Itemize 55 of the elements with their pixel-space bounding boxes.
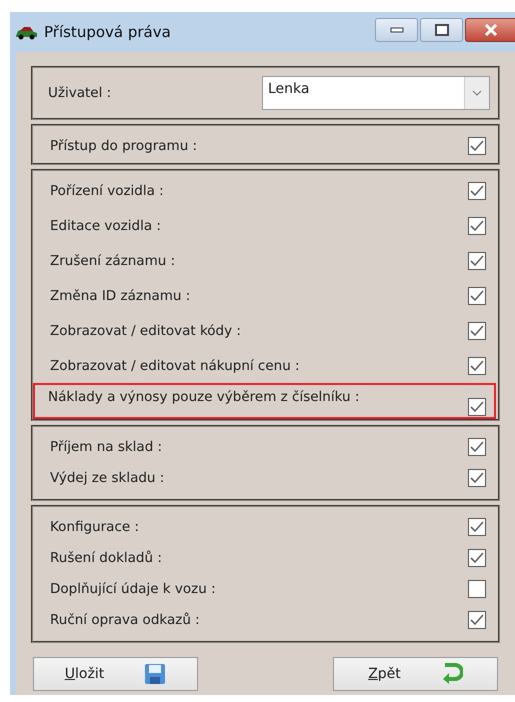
permission-label: Pořízení vozidla :: [50, 182, 164, 198]
car-icon: [14, 24, 38, 40]
checkmark-icon: [470, 440, 484, 452]
checkbox[interactable]: [468, 356, 486, 374]
permission-label: Doplňující údaje k vozu :: [50, 580, 216, 596]
checkmark-icon: [470, 552, 484, 564]
checkbox[interactable]: [468, 548, 486, 566]
user-dropdown[interactable]: Lenka: [262, 76, 490, 110]
permission-label: Editace vozidla :: [50, 218, 161, 234]
save-button[interactable]: Uložit: [33, 657, 198, 691]
checkbox[interactable]: [468, 182, 486, 200]
permission-label: Ruční oprava odkazů :: [50, 612, 200, 628]
maximize-icon: [434, 24, 448, 36]
permission-label: Zrušení záznamu :: [50, 252, 176, 268]
checkbox[interactable]: [468, 252, 486, 270]
checkmark-icon: [470, 472, 484, 484]
permission-label: Přístup do programu :: [50, 138, 198, 154]
checkmark-icon: [470, 401, 484, 413]
permission-label: Konfigurace :: [50, 518, 140, 534]
checkmark-icon: [470, 614, 484, 626]
checkbox[interactable]: [468, 286, 486, 304]
minimize-icon: [390, 27, 404, 33]
checkbox[interactable]: [468, 580, 486, 598]
checkmark-icon: [470, 184, 484, 196]
checkbox[interactable]: [468, 398, 486, 416]
permission-label: Výdej ze skladu :: [50, 470, 164, 486]
checkbox[interactable]: [468, 136, 486, 154]
minimize-button[interactable]: [375, 18, 418, 42]
permission-label: Změna ID záznamu :: [50, 288, 190, 304]
close-icon: [482, 24, 498, 36]
checkbox[interactable]: [468, 216, 486, 234]
checkmark-icon: [470, 220, 484, 232]
return-arrow-icon: [440, 663, 463, 685]
chevron-down-icon: [472, 90, 482, 96]
permission-label: Zobrazovat / editovat nákupní cenu :: [50, 358, 300, 374]
back-button[interactable]: Zpět: [333, 657, 498, 691]
checkbox[interactable]: [468, 610, 486, 628]
checkbox[interactable]: [468, 438, 486, 456]
user-label: Uživatel :: [48, 85, 112, 101]
checkmark-icon: [470, 324, 484, 336]
window-title: Přístupová práva: [44, 23, 171, 41]
close-button[interactable]: [465, 18, 515, 42]
permission-label: Rušení dokladů :: [50, 550, 162, 566]
permission-label: Náklady a výnosy pouze výběrem z číselníku :: [48, 389, 360, 405]
checkbox[interactable]: [468, 468, 486, 486]
permission-label: Zobrazovat / editovat kódy :: [50, 322, 241, 338]
checkbox[interactable]: [468, 322, 486, 340]
maximize-button[interactable]: [420, 18, 463, 42]
checkmark-icon: [470, 520, 484, 532]
checkmark-icon: [470, 254, 484, 266]
checkmark-icon: [470, 290, 484, 302]
permission-label: Příjem na sklad :: [50, 438, 162, 454]
checkbox[interactable]: [468, 518, 486, 536]
checkmark-icon: [470, 140, 484, 152]
checkmark-icon: [470, 360, 484, 372]
